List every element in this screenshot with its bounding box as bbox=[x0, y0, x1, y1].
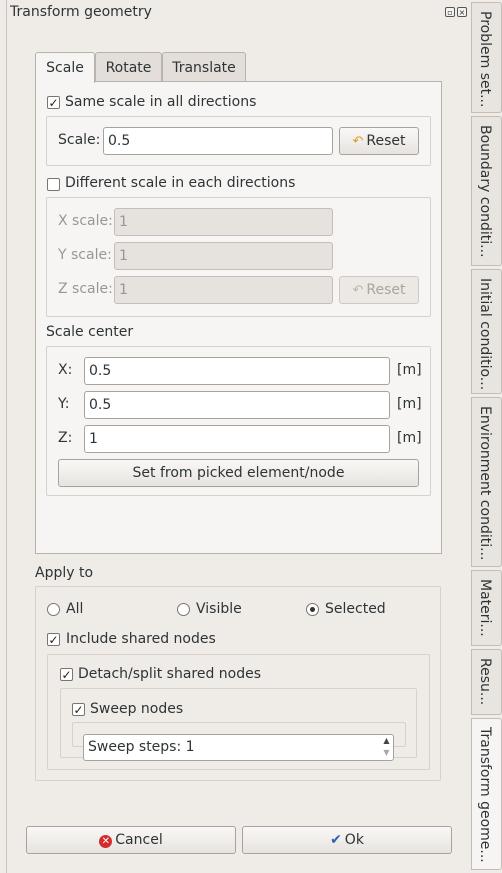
set-from-picked-button[interactable]: Set from picked element/node bbox=[58, 459, 419, 487]
same-scale-checkbox[interactable]: ✓ bbox=[47, 96, 60, 109]
detach-split-label: Detach/split shared nodes bbox=[78, 666, 262, 682]
cancel-button[interactable]: ✕ Cancel bbox=[26, 826, 236, 854]
dock-edge bbox=[6, 0, 7, 873]
sweep-steps-spinner[interactable]: ▲ ▼ bbox=[380, 735, 393, 761]
include-shared-checkbox[interactable]: ✓ bbox=[47, 633, 60, 646]
spin-up-icon[interactable]: ▲ bbox=[380, 735, 393, 747]
ok-button[interactable]: ✔ Ok bbox=[242, 826, 452, 854]
ok-check-icon: ✔ bbox=[330, 832, 342, 848]
spin-down-icon[interactable]: ▼ bbox=[380, 747, 393, 759]
reset-xyz-button[interactable]: ↶ Reset bbox=[339, 276, 419, 304]
center-z-label: Z: bbox=[58, 430, 73, 446]
scale-label: Scale: bbox=[58, 132, 101, 148]
center-y-unit: [m] bbox=[397, 396, 422, 412]
sweep-steps-value: Sweep steps: 1 bbox=[88, 739, 195, 755]
radio-selected-label: Selected bbox=[325, 601, 386, 617]
scale-center-title: Scale center bbox=[46, 324, 134, 340]
tab-rotate[interactable]: Rotate bbox=[95, 52, 162, 82]
side-tab-environment[interactable]: Environment conditi... bbox=[471, 397, 502, 567]
radio-all-label: All bbox=[66, 601, 84, 617]
detach-split-checkbox[interactable]: ✓ bbox=[60, 668, 73, 681]
y-scale-input[interactable]: 1 bbox=[114, 242, 333, 270]
close-icon[interactable]: × bbox=[457, 7, 467, 17]
cancel-label: Cancel bbox=[115, 832, 163, 848]
ok-label: Ok bbox=[344, 832, 364, 848]
radio-visible[interactable] bbox=[177, 603, 190, 616]
window-title: Transform geometry bbox=[10, 4, 152, 20]
reset-label: Reset bbox=[366, 133, 406, 149]
side-tab-initial[interactable]: Initial conditio... bbox=[471, 269, 502, 394]
undo-icon: ↶ bbox=[352, 283, 364, 298]
side-tab-transform[interactable]: Transform geome... bbox=[471, 718, 502, 870]
different-scale-checkbox[interactable] bbox=[47, 178, 60, 191]
radio-selected[interactable] bbox=[306, 603, 319, 616]
center-x-unit: [m] bbox=[397, 362, 422, 378]
radio-all[interactable] bbox=[47, 603, 60, 616]
tab-scale[interactable]: Scale bbox=[35, 52, 95, 83]
z-scale-input[interactable]: 1 bbox=[114, 276, 333, 304]
z-scale-label: Z scale: bbox=[58, 281, 113, 297]
center-x-input[interactable]: 0.5 bbox=[84, 357, 390, 385]
x-scale-label: X scale: bbox=[58, 213, 113, 229]
side-tab-materials[interactable]: Materi... bbox=[471, 570, 502, 646]
center-y-input[interactable]: 0.5 bbox=[84, 391, 390, 419]
center-z-input[interactable]: 1 bbox=[84, 425, 390, 453]
y-scale-label: Y scale: bbox=[58, 247, 112, 263]
sweep-nodes-label: Sweep nodes bbox=[90, 701, 184, 717]
center-z-unit: [m] bbox=[397, 430, 422, 446]
scale-input[interactable]: 0.5 bbox=[103, 127, 333, 155]
reset-scale-button[interactable]: ↶ Reset bbox=[339, 127, 419, 155]
side-tab-boundary[interactable]: Boundary conditi... bbox=[471, 116, 502, 266]
apply-to-title: Apply to bbox=[35, 565, 94, 581]
radio-visible-label: Visible bbox=[196, 601, 242, 617]
center-y-label: Y: bbox=[58, 396, 70, 412]
side-tab-results[interactable]: Resu... bbox=[471, 649, 502, 715]
include-shared-label: Include shared nodes bbox=[66, 631, 216, 647]
different-scale-label: Different scale in each directions bbox=[65, 175, 296, 191]
reset-label: Reset bbox=[366, 282, 406, 298]
side-tab-problem[interactable]: Problem set... bbox=[471, 2, 502, 113]
sweep-nodes-checkbox[interactable]: ✓ bbox=[72, 703, 85, 716]
float-icon[interactable]: ▫ bbox=[445, 7, 455, 17]
same-scale-label: Same scale in all directions bbox=[65, 94, 257, 110]
undo-icon: ↶ bbox=[352, 134, 364, 149]
center-x-label: X: bbox=[58, 362, 73, 378]
tab-translate[interactable]: Translate bbox=[162, 52, 246, 82]
cancel-icon: ✕ bbox=[99, 835, 113, 848]
x-scale-input[interactable]: 1 bbox=[114, 208, 333, 236]
sweep-steps-spinbox[interactable]: Sweep steps: 1 bbox=[83, 734, 394, 761]
